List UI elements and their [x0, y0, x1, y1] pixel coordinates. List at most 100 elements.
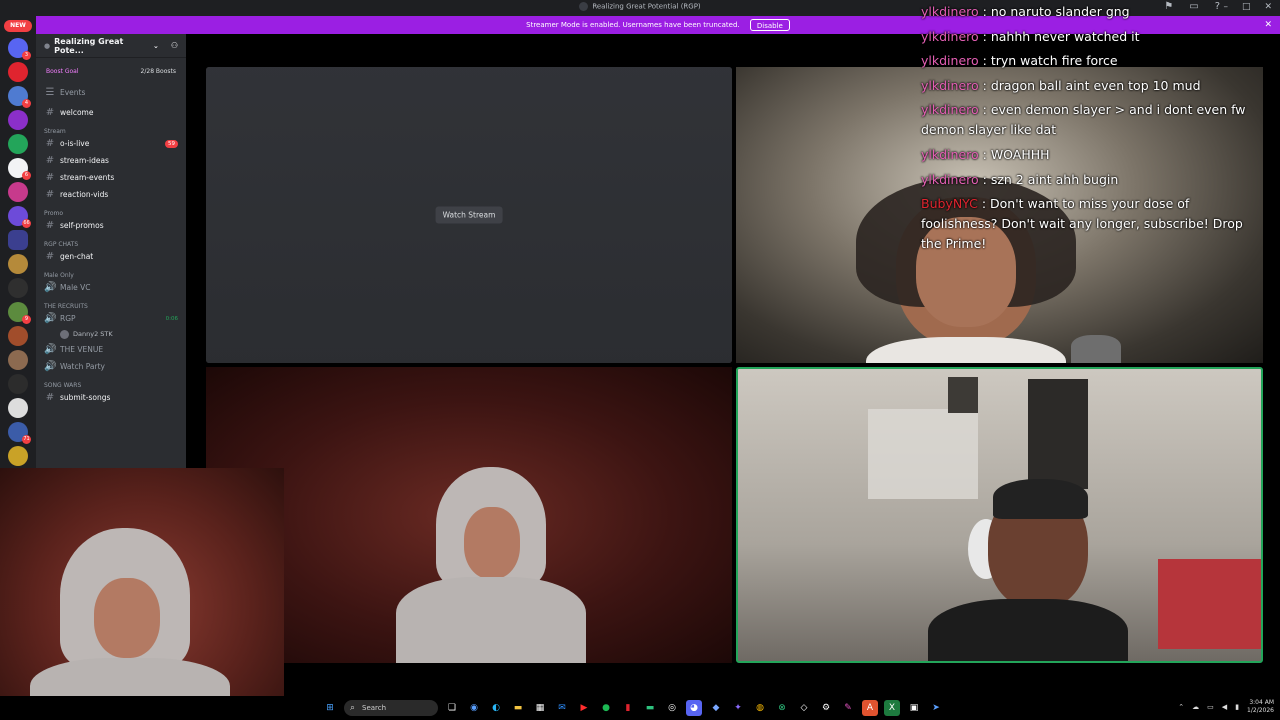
- text-channel[interactable]: # submit-songs: [36, 389, 186, 406]
- clock-date: 1/2/2026: [1247, 707, 1274, 714]
- chat-username: ylkdinero: [921, 146, 979, 162]
- wall-tapestry: [1028, 379, 1088, 489]
- channel-category[interactable]: SONG WARS: [36, 375, 186, 389]
- app-icon[interactable]: ◇: [796, 700, 812, 716]
- channel-category[interactable]: RGP CHATS: [36, 234, 186, 248]
- disable-button[interactable]: Disable: [749, 19, 790, 31]
- app-icon[interactable]: ▣: [906, 700, 922, 716]
- app-icon[interactable]: ➤: [928, 700, 944, 716]
- windows-start-icon[interactable]: ⊞: [322, 700, 338, 716]
- spotify-icon[interactable]: ●: [598, 700, 614, 716]
- chat-username: ylkdinero: [921, 28, 979, 44]
- text-channel[interactable]: # stream-ideas: [36, 152, 186, 169]
- text-channel[interactable]: # o-is-live 59: [36, 135, 186, 152]
- server-icon[interactable]: [8, 230, 28, 250]
- speaker-icon[interactable]: ◀: [1222, 703, 1227, 711]
- text-channel[interactable]: # welcome: [36, 104, 186, 121]
- channel-category[interactable]: THE RECRUITS: [36, 296, 186, 310]
- watch-stream-button[interactable]: Watch Stream: [435, 206, 503, 224]
- file-explorer-icon[interactable]: ▬: [510, 700, 526, 716]
- channel-label: THE VENUE: [60, 345, 104, 354]
- text-channel[interactable]: # stream-events: [36, 169, 186, 186]
- close-window-icon[interactable]: ✕: [1264, 2, 1272, 12]
- server-icon[interactable]: [8, 278, 28, 298]
- clock[interactable]: 3:04 AM 1/2/2026: [1247, 699, 1274, 715]
- chat-message: BubyNYC : Don't want to miss your dose o…: [921, 194, 1261, 254]
- cloud-icon[interactable]: ☁: [1192, 703, 1199, 711]
- voice-user[interactable]: Danny2 STK: [36, 327, 186, 341]
- taskbar-search[interactable]: Search: [344, 700, 438, 716]
- video-tile-webcam[interactable]: [206, 367, 732, 663]
- voice-channel[interactable]: 🔊 Male VC: [36, 279, 186, 296]
- video-tile-webcam[interactable]: [0, 468, 284, 720]
- chat-username: ylkdinero: [921, 4, 979, 19]
- video-tile-speaking[interactable]: [736, 367, 1263, 663]
- server-icon[interactable]: [8, 182, 28, 202]
- server-icon[interactable]: 9: [8, 302, 31, 324]
- server-icon[interactable]: 4: [8, 86, 31, 108]
- app-icon[interactable]: ◆: [708, 700, 724, 716]
- chrome-icon[interactable]: ◍: [752, 700, 768, 716]
- server-icon[interactable]: [8, 398, 28, 418]
- channel-category[interactable]: Male Only: [36, 265, 186, 279]
- server-icon[interactable]: [8, 374, 28, 394]
- store-icon[interactable]: ▦: [532, 700, 548, 716]
- text-channel[interactable]: # reaction-vids: [36, 186, 186, 203]
- voice-channel[interactable]: 🔊 Watch Party: [36, 358, 186, 375]
- app-icon[interactable]: ◎: [664, 700, 680, 716]
- banner-close-icon[interactable]: ✕: [1264, 16, 1272, 34]
- server-icon[interactable]: [8, 350, 28, 370]
- speaker-icon: 🔊: [44, 313, 57, 324]
- youtube-icon[interactable]: ▶: [576, 700, 592, 716]
- server-icon[interactable]: [8, 326, 28, 346]
- browser-icon[interactable]: ◉: [466, 700, 482, 716]
- chevron-up-icon[interactable]: ⌃: [1178, 703, 1184, 711]
- app-icon[interactable]: ✎: [840, 700, 856, 716]
- xbox-icon[interactable]: ⊗: [774, 700, 790, 716]
- channel-label: reaction-vids: [60, 190, 109, 199]
- channel-category[interactable]: Stream: [36, 121, 186, 135]
- mail-icon[interactable]: ✉: [554, 700, 570, 716]
- hash-icon: #: [45, 172, 55, 183]
- channel-category[interactable]: Promo: [36, 203, 186, 217]
- server-avatar-icon: [579, 2, 589, 11]
- stream-tile[interactable]: Watch Stream: [206, 67, 732, 363]
- server-icon[interactable]: [8, 110, 28, 130]
- new-badge[interactable]: NEW: [4, 20, 32, 32]
- discord-icon[interactable]: ◕: [686, 700, 702, 716]
- excel-icon[interactable]: X: [884, 700, 900, 716]
- server-icon[interactable]: 66: [8, 206, 31, 228]
- server-icon[interactable]: 71: [8, 422, 31, 444]
- chat-message: ylkdinero : no naruto slander gng: [921, 2, 1261, 22]
- network-icon[interactable]: ▭: [1207, 703, 1214, 711]
- server-header[interactable]: ● Realizing Great Pote... ⌄ ⚇: [36, 34, 186, 58]
- battery-icon[interactable]: ▮: [1235, 703, 1239, 711]
- chat-message: ylkdinero : even demon slayer > and i do…: [921, 100, 1261, 140]
- server-icon[interactable]: [8, 254, 28, 274]
- text-channel[interactable]: # gen-chat: [36, 248, 186, 265]
- mention-badge: 59: [165, 139, 178, 148]
- chat-text: : WOAHHH: [978, 146, 1050, 162]
- system-tray: ⌃ ☁ ▭ ◀ ▮ 3:04 AM 1/2/2026: [1178, 699, 1274, 715]
- app-icon[interactable]: ▮: [620, 700, 636, 716]
- server-icon[interactable]: 6: [8, 158, 31, 180]
- voice-channel[interactable]: 🔊 RGP 0:06: [36, 310, 186, 327]
- app-icon[interactable]: ▬: [642, 700, 658, 716]
- chat-message: ylkdinero : tryn watch fire force: [921, 51, 1261, 71]
- server-icon[interactable]: [8, 446, 28, 466]
- chat-text: : nahhh never watched it: [978, 28, 1140, 44]
- add-member-icon[interactable]: ⚇: [171, 41, 178, 50]
- server-icon[interactable]: 3: [8, 38, 31, 60]
- events-item[interactable]: ☰ Events: [36, 84, 186, 101]
- boost-goal[interactable]: Boost Goal 2/28 Boosts: [40, 64, 182, 78]
- app-icon[interactable]: ✦: [730, 700, 746, 716]
- edge-icon[interactable]: ◐: [488, 700, 504, 716]
- channel-label: welcome: [60, 108, 94, 117]
- voice-channel[interactable]: 🔊 THE VENUE: [36, 341, 186, 358]
- task-view-icon[interactable]: ❏: [444, 700, 460, 716]
- text-channel[interactable]: # self-promos: [36, 217, 186, 234]
- server-icon[interactable]: [8, 134, 28, 154]
- settings-icon[interactable]: ⚙: [818, 700, 834, 716]
- app-icon[interactable]: A: [862, 700, 878, 716]
- server-icon[interactable]: [8, 62, 28, 82]
